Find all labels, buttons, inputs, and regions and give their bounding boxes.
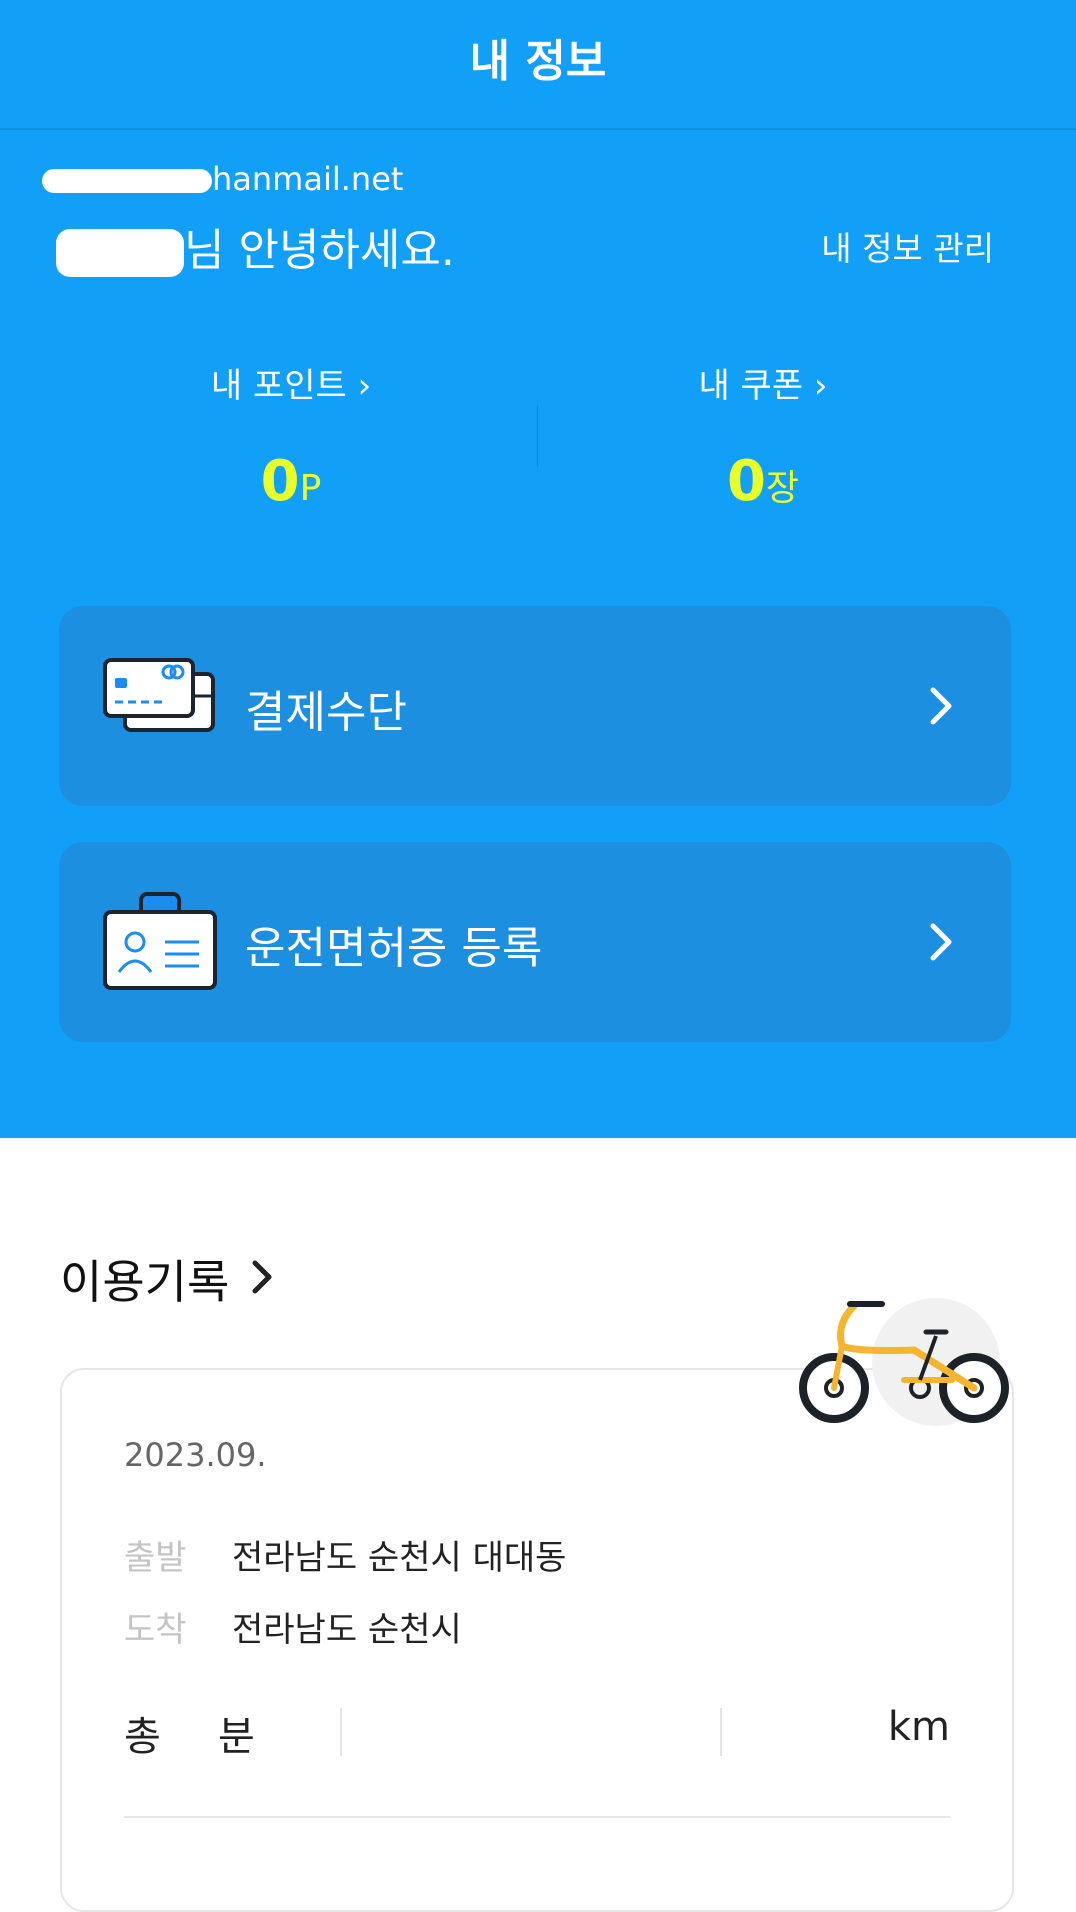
distance-unit: km <box>887 1704 950 1750</box>
drivers-license-label: 운전면허증 등록 <box>245 923 543 974</box>
end-value: 전라남도 순천시 <box>232 1610 462 1650</box>
record-end-row: 도착 전라남도 순천시 <box>124 1602 462 1651</box>
end-label: 도착 <box>124 1610 187 1650</box>
usage-history-link[interactable]: 이용기록 <box>60 1246 273 1312</box>
points-stat[interactable]: 내 포인트 › 0P <box>91 358 491 514</box>
page-title: 내 정보 <box>469 36 607 87</box>
redacted-block <box>56 229 184 277</box>
greeting: 님 안녕하세요. <box>56 214 455 278</box>
points-label: 내 포인트 › <box>210 366 372 406</box>
payment-method-menu[interactable]: 결제수단 <box>59 606 1011 806</box>
record-divider <box>124 1816 950 1818</box>
chevron-right-icon <box>929 686 953 730</box>
summary-divider <box>720 1708 722 1756</box>
start-label: 출발 <box>124 1538 187 1578</box>
manage-profile-link[interactable]: 내 정보 관리 <box>821 222 994 270</box>
start-value: 전라남도 순천시 대대동 <box>232 1538 567 1578</box>
bike-icon <box>796 1296 1012 1448</box>
summary-divider <box>340 1708 342 1756</box>
record-summary-row: 총 분 km <box>124 1704 950 1760</box>
user-email: hanmail.net <box>42 160 403 198</box>
points-value: 0P <box>260 449 322 514</box>
coupons-stat[interactable]: 내 쿠폰 › 0장 <box>563 358 963 514</box>
profile-section: hanmail.net 님 안녕하세요. 내 정보 관리 내 포인트 › 0P … <box>0 130 1076 1138</box>
chevron-right-icon <box>251 1252 273 1306</box>
record-date: 2023.09. <box>124 1436 267 1474</box>
usage-record-card[interactable]: 2023.09. 출발 전라남도 순천시 대대동 도착 전라남도 순천시 총 분 k… <box>60 1368 1014 1912</box>
drivers-license-menu[interactable]: 운전면허증 등록 <box>59 842 1011 1042</box>
minutes-unit: 분 <box>218 1714 255 1760</box>
coupons-label: 내 쿠폰 › <box>698 366 828 406</box>
redacted-block <box>42 169 212 193</box>
app-header: 내 정보 <box>0 0 1076 130</box>
credit-card-icon <box>103 658 217 738</box>
total-prefix: 총 <box>124 1714 161 1760</box>
id-card-icon <box>103 892 217 994</box>
record-start-row: 출발 전라남도 순천시 대대동 <box>124 1530 566 1579</box>
chevron-right-icon <box>929 922 953 966</box>
payment-method-label: 결제수단 <box>245 687 407 738</box>
usage-history-title: 이용기록 <box>60 1255 230 1309</box>
coupons-value: 0장 <box>726 449 800 514</box>
stat-divider <box>537 406 538 466</box>
